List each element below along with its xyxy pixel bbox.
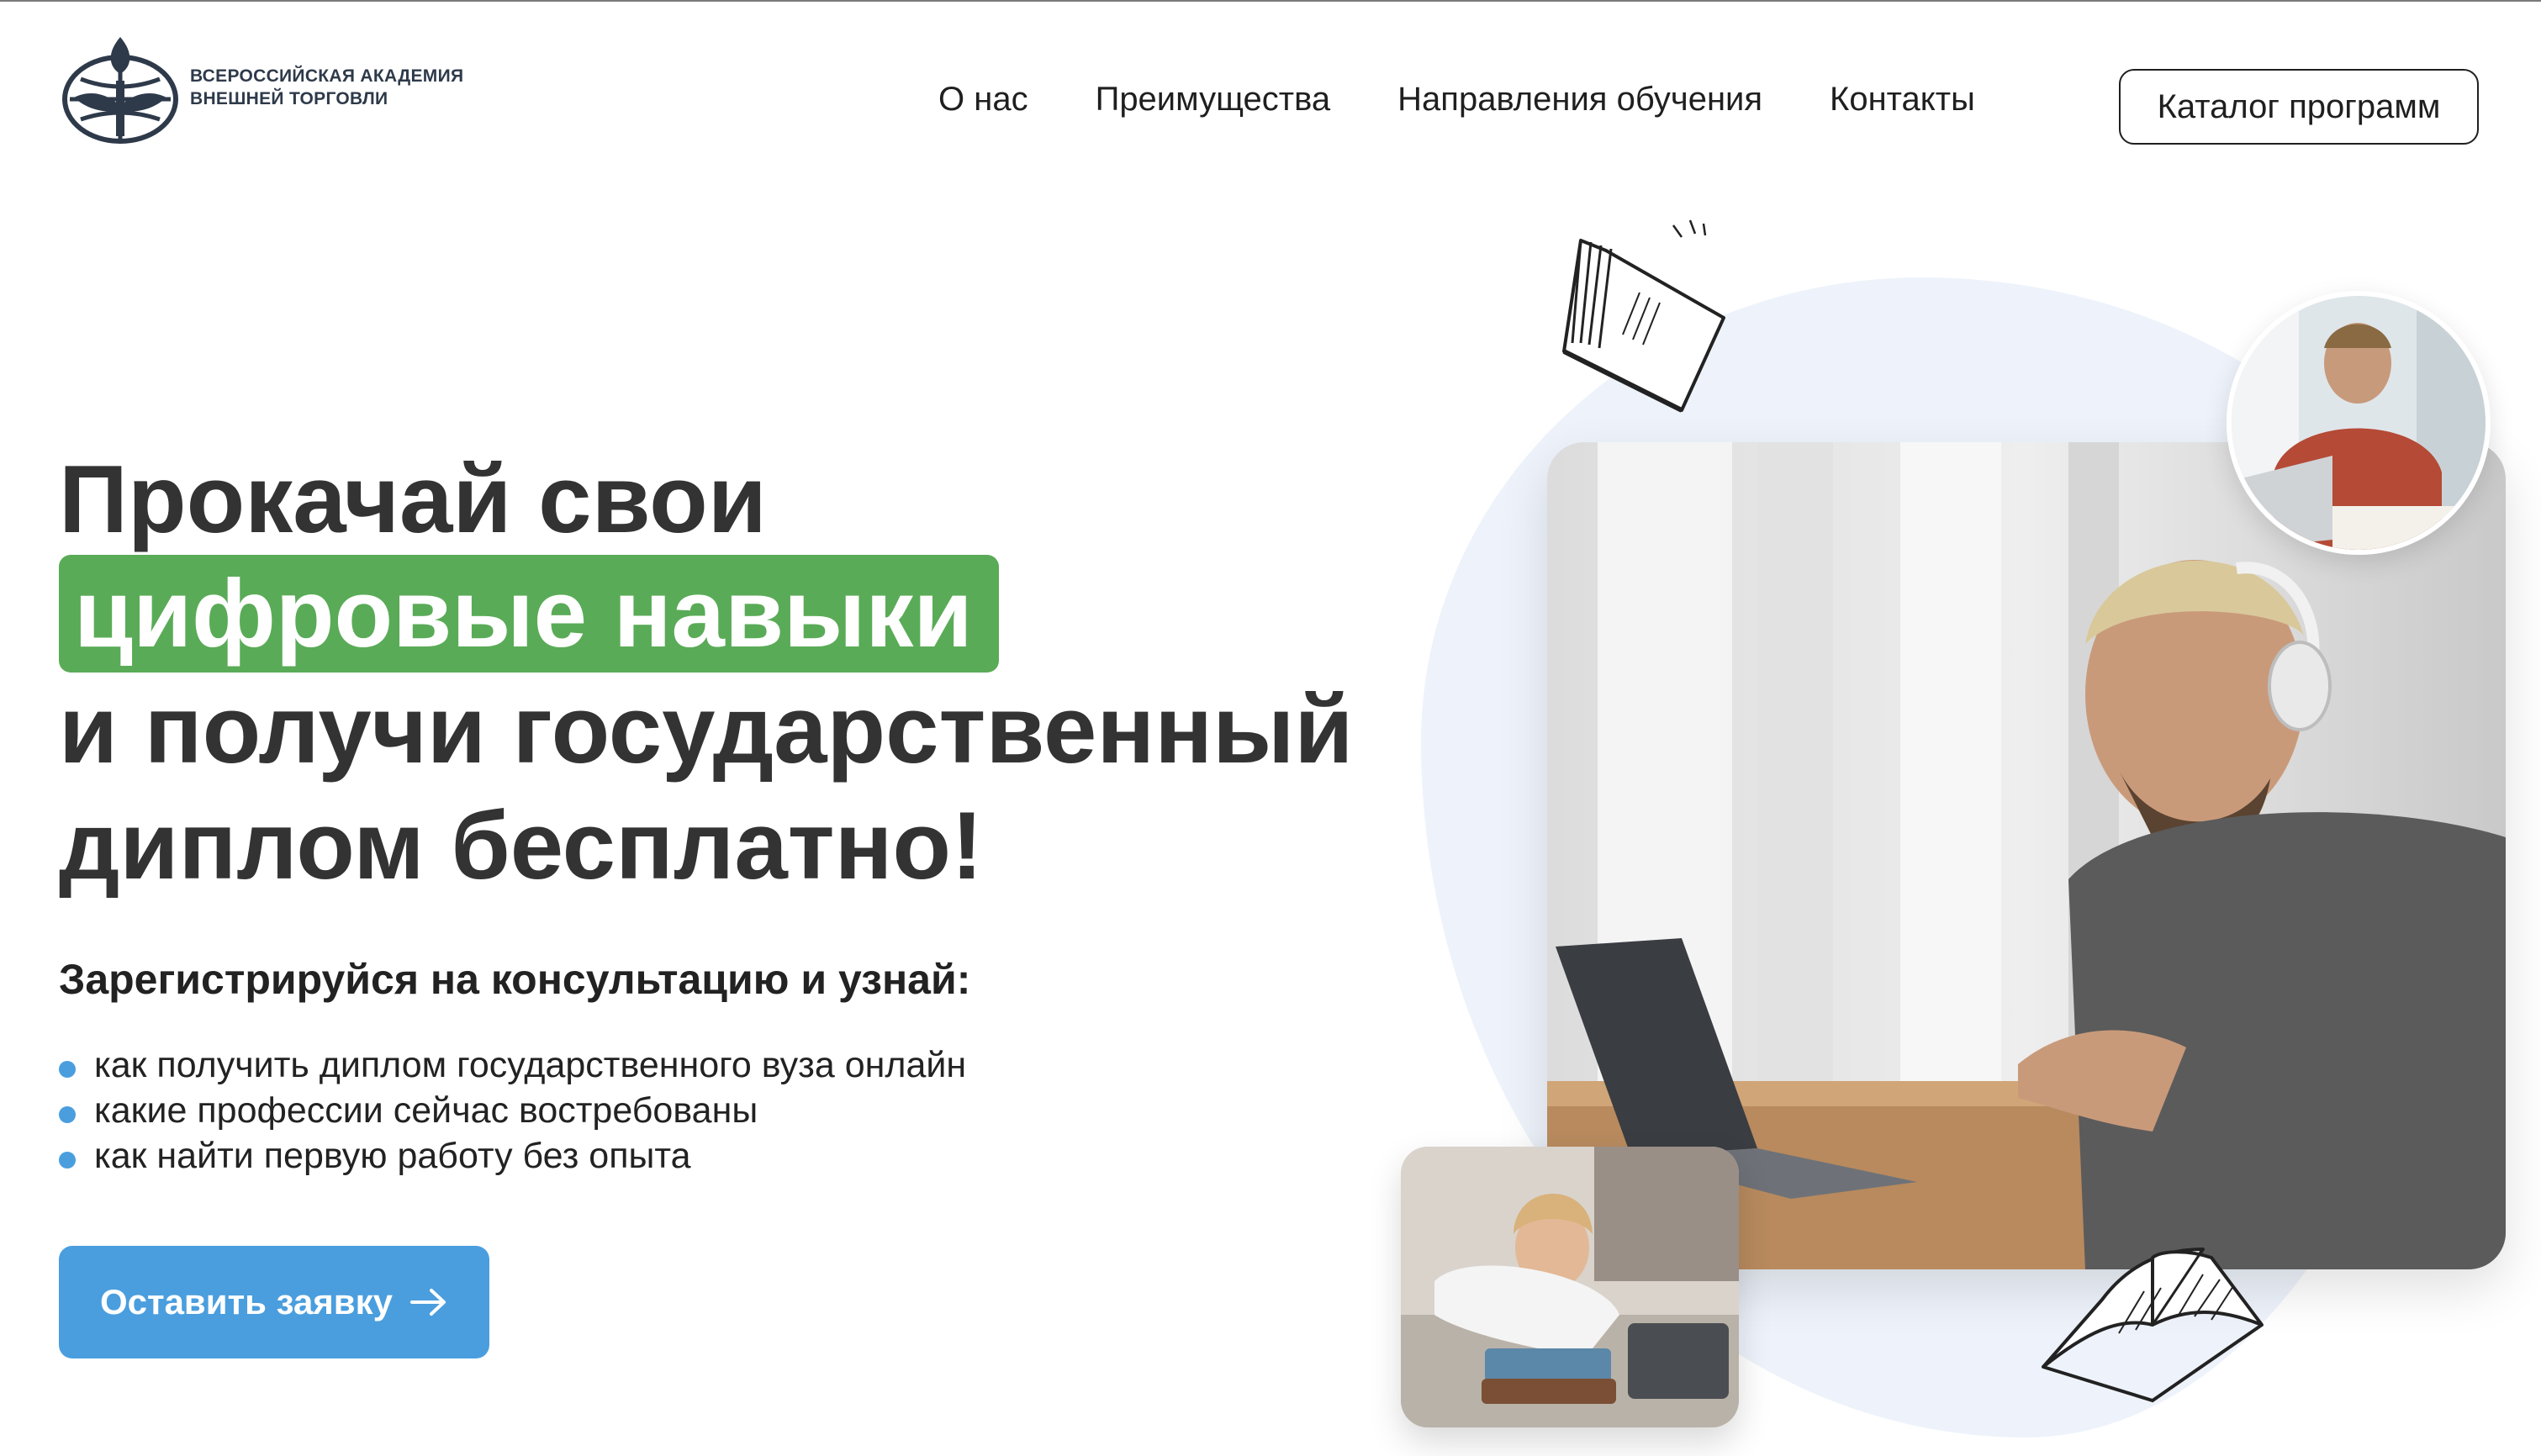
small-photo-girl-reading [1401,1147,1739,1427]
academy-logo[interactable]: Всероссийская академия внешней торговли [57,30,463,145]
nav-contacts[interactable]: Контакты [1830,81,1975,119]
logo-text: Всероссийская академия внешней торговли [190,65,463,110]
circle-photo-man-at-desk [2227,291,2491,555]
main-photo-man-with-laptop [1547,442,2506,1269]
benefit-item: как получить диплом государственного вуз… [59,1042,966,1088]
logo-line-1: Всероссийская академия [190,66,464,86]
cta-label: Оставить заявку [99,1282,394,1321]
hero-title-line-4: диплом бесплатно! [59,793,984,899]
nav-directions[interactable]: Направления обучения [1397,81,1762,119]
benefit-item: какие профессии сейчас востребованы [59,1088,966,1133]
benefits-list: как получить диплом государственного вуз… [59,1042,966,1179]
hero-title-line-3: и получи государственный [59,677,1354,783]
book-doodle-icon [1562,219,1725,413]
arrow-right-icon [410,1289,446,1316]
top-border [0,0,2541,2]
hero-title-highlight: цифровые навыки [59,555,999,673]
submit-application-button[interactable]: Оставить заявку [59,1246,489,1358]
benefit-item: как найти первую работу без опыта [59,1133,966,1179]
nav-advantages[interactable]: Преимущества [1096,81,1331,119]
book-doodle-icon [2042,1248,2264,1403]
logo-line-2: внешней торговли [190,89,388,108]
hero-subheading: Зарегистрируйся на консультацию и узнай: [59,956,971,1003]
catalog-button[interactable]: Каталог программ [2119,69,2479,145]
main-nav: О нас Преимущества Направления обучения … [938,81,1975,119]
nav-about[interactable]: О нас [938,81,1028,119]
academy-logo-icon [62,37,178,144]
hero-title-line-1: Прокачай свои [59,446,767,553]
